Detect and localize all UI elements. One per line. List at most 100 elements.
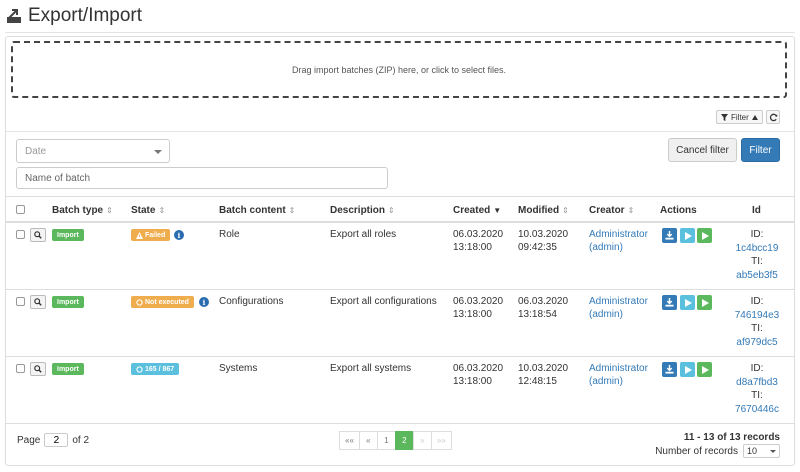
creator-login[interactable]: (admin) — [589, 308, 623, 321]
batch-content: Configurations — [219, 296, 284, 307]
export-import-icon — [7, 9, 21, 23]
id-link[interactable]: d8a7fbd3 — [722, 376, 792, 390]
circle-outline-icon — [136, 298, 143, 306]
column-header-batch-type[interactable]: Batch type ⇕ — [52, 205, 113, 216]
creator-login[interactable]: (admin) — [589, 241, 623, 254]
ti-label: TI: — [751, 323, 763, 334]
created-time: 13:18:00 — [453, 376, 492, 387]
view-button[interactable] — [30, 295, 46, 309]
last-page-button[interactable]: »» — [430, 431, 452, 450]
select-all-checkbox[interactable] — [16, 205, 25, 214]
row-checkbox[interactable] — [16, 364, 25, 373]
creator-link[interactable]: Administrator — [589, 295, 648, 308]
modified-date: 10.03.2020 — [518, 363, 569, 374]
page-label: Page — [17, 434, 41, 446]
column-header-modified[interactable]: Modified ⇕ — [518, 205, 569, 216]
batch-name-input[interactable] — [16, 167, 388, 189]
sort-icon: ⇕ — [627, 206, 635, 215]
creator-login[interactable]: (admin) — [589, 375, 623, 388]
date-filter-select[interactable]: Date — [16, 139, 170, 163]
batch-content: Role — [219, 229, 240, 240]
ti-link[interactable]: af979dc5 — [722, 336, 792, 350]
ti-label: TI: — [751, 390, 763, 401]
info-icon[interactable]: i — [199, 297, 209, 307]
id-link[interactable]: 746194e3 — [722, 309, 792, 323]
records-per-page-value: 10 — [747, 446, 758, 456]
download-button[interactable] — [662, 228, 677, 243]
header-divider — [6, 221, 794, 223]
cancel-filter-button[interactable]: Cancel filter — [668, 138, 737, 162]
type-badge: Import — [52, 296, 84, 308]
apply-filter-button[interactable]: Filter — [741, 138, 780, 162]
footer-divider — [6, 423, 794, 424]
refresh-button[interactable] — [766, 110, 780, 124]
page-button-1[interactable]: 1 — [376, 431, 396, 450]
column-label: Actions — [660, 205, 697, 216]
column-label: State — [131, 205, 156, 216]
row-checkbox[interactable] — [16, 230, 25, 239]
id-block: ID: 746194e3 TI: af979dc5 — [722, 295, 792, 349]
id-link[interactable]: 1c4bcc19 — [722, 242, 792, 256]
play-icon — [701, 231, 709, 240]
execute-button[interactable] — [697, 295, 712, 310]
download-icon — [665, 365, 674, 374]
column-label: Modified — [518, 205, 560, 216]
download-icon — [665, 298, 674, 307]
download-button[interactable] — [662, 295, 677, 310]
column-header-batch-content[interactable]: Batch content ⇕ — [219, 205, 295, 216]
records-per-page-select[interactable]: 10 — [743, 444, 780, 458]
info-icon[interactable]: i — [174, 230, 184, 240]
caret-up-icon — [751, 114, 758, 120]
type-badge: Import — [52, 363, 84, 375]
id-label: ID: — [750, 296, 764, 307]
sort-icon: ⇕ — [562, 206, 569, 215]
page-button-2[interactable]: 2 — [394, 431, 414, 450]
column-label: Description — [330, 205, 386, 216]
next-page-button[interactable]: » — [412, 431, 432, 450]
creator-link[interactable]: Administrator — [589, 362, 648, 375]
run-button[interactable] — [680, 362, 695, 377]
modified-time: 12:48:15 — [518, 376, 557, 387]
description: Export all systems — [330, 363, 412, 374]
grid-top-divider — [6, 196, 794, 197]
created-time: 13:18:00 — [453, 242, 492, 253]
modified-date: 10.03.2020 — [518, 229, 569, 240]
ti-link[interactable]: ab5eb3f5 — [722, 269, 792, 283]
column-label: Created — [453, 205, 491, 216]
ti-link[interactable]: 7670446c — [722, 403, 792, 417]
column-header-id: Id — [752, 205, 761, 216]
run-button[interactable] — [680, 228, 695, 243]
filter-toggle-button[interactable]: Filter — [716, 110, 763, 124]
view-button[interactable] — [30, 362, 46, 376]
chevron-down-icon — [154, 150, 162, 154]
run-button[interactable] — [680, 295, 695, 310]
batch-content: Systems — [219, 363, 258, 374]
first-page-button[interactable]: «« — [339, 431, 360, 450]
column-header-state[interactable]: State ⇕ — [131, 205, 165, 216]
circle-outline-icon — [136, 365, 143, 373]
play-icon — [701, 298, 709, 307]
download-button[interactable] — [662, 362, 677, 377]
chevron-down-icon — [770, 450, 776, 453]
filter-toggle-label: Filter — [731, 112, 749, 122]
view-button[interactable] — [30, 228, 46, 242]
page-total: of 2 — [72, 434, 90, 446]
title-divider — [5, 32, 795, 33]
column-header-description[interactable]: Description ⇕ — [330, 205, 395, 216]
row-checkbox[interactable] — [16, 297, 25, 306]
progress-badge: 165 / 867 — [131, 363, 180, 375]
status-badge: Not executed — [131, 296, 194, 308]
creator-link[interactable]: Administrator — [589, 228, 648, 241]
created-date: 06.03.2020 — [453, 363, 504, 374]
previous-page-button[interactable]: « — [358, 431, 378, 450]
column-header-creator[interactable]: Creator ⇕ — [589, 205, 634, 216]
modified-date: 06.03.2020 — [518, 296, 569, 307]
execute-button[interactable] — [697, 228, 712, 243]
column-header-created[interactable]: Created ▼ — [453, 205, 501, 216]
import-dropzone[interactable]: Drag import batches (ZIP) here, or click… — [11, 41, 787, 98]
row-divider — [6, 356, 794, 357]
search-icon — [34, 365, 42, 373]
sort-icon: ⇕ — [388, 206, 395, 215]
page-number-input[interactable] — [44, 433, 69, 447]
execute-button[interactable] — [697, 362, 712, 377]
